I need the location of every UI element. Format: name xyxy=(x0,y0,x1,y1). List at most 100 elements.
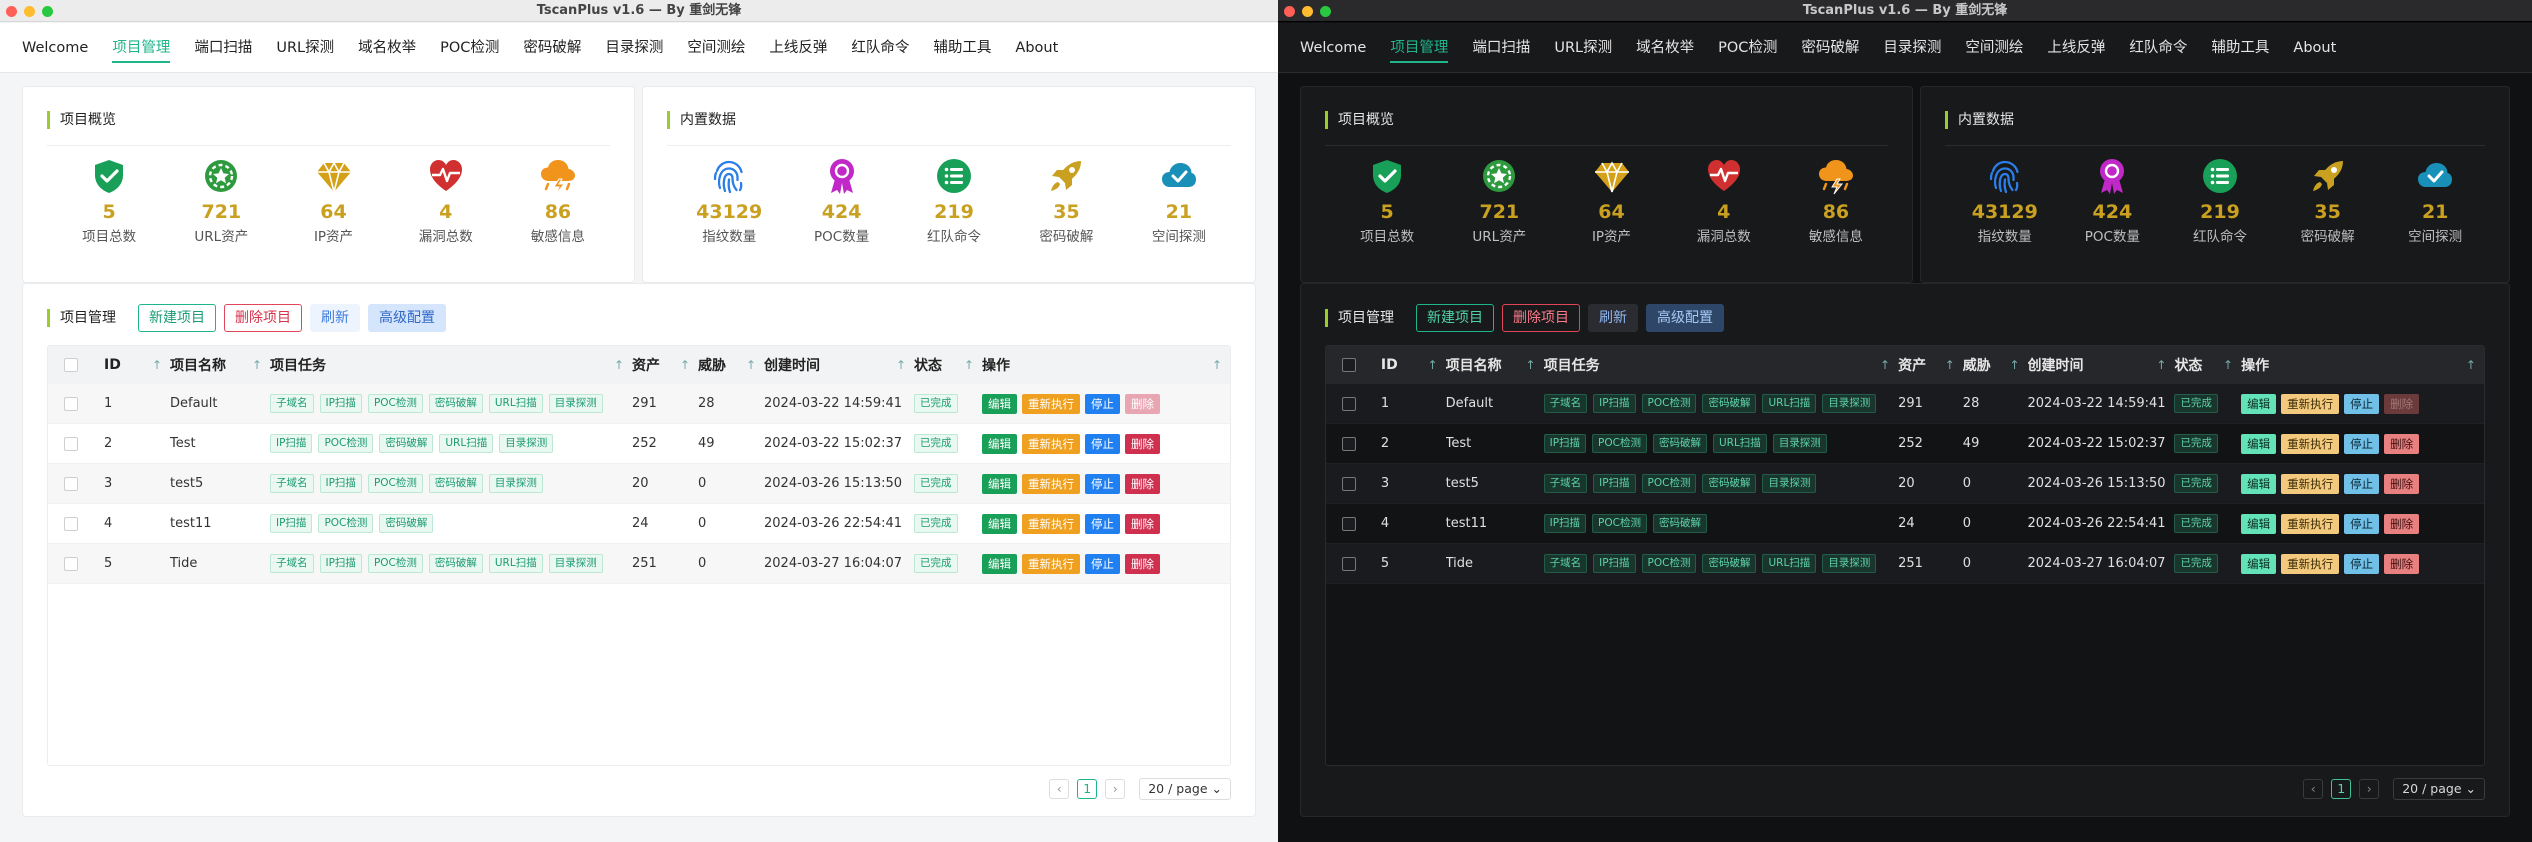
page-size-select[interactable]: 20 / page ⌄ xyxy=(1139,778,1231,800)
delete-button[interactable]: 删除 xyxy=(2384,553,2420,574)
tab-8[interactable]: 空间测绘 xyxy=(1953,23,2035,73)
column-header-assets[interactable]: 资产 ↑ xyxy=(632,355,698,375)
delete-button[interactable]: 删除 xyxy=(1125,553,1160,574)
sort-arrow-icon[interactable]: ↑ xyxy=(614,358,624,372)
row-checkbox[interactable] xyxy=(1342,396,1356,411)
column-header-tasks[interactable]: 项目任务 ↑ xyxy=(1544,355,1899,375)
rerun-button[interactable]: 重新执行 xyxy=(1022,433,1080,454)
column-header-assets[interactable]: 资产 ↑ xyxy=(1898,355,1963,375)
tab-7[interactable]: 目录探测 xyxy=(1871,23,1953,73)
refresh-button[interactable]: 刷新 xyxy=(1588,304,1638,332)
tab-7[interactable]: 目录探测 xyxy=(593,23,675,73)
tab-4[interactable]: 域名枚举 xyxy=(1624,23,1706,73)
page-size-select[interactable]: 20 / page ⌄ xyxy=(2393,778,2485,800)
sort-arrow-icon[interactable]: ↑ xyxy=(252,358,262,372)
sort-arrow-icon[interactable]: ↑ xyxy=(152,358,162,372)
stop-button[interactable]: 停止 xyxy=(1085,553,1120,574)
sort-arrow-icon[interactable]: ↑ xyxy=(680,358,690,372)
stop-button[interactable]: 停止 xyxy=(1085,513,1120,534)
column-header-created[interactable]: 创建时间 ↑ xyxy=(764,355,914,375)
delete-project-button[interactable]: 删除项目 xyxy=(1502,304,1580,332)
sort-arrow-icon[interactable]: ↑ xyxy=(1880,358,1890,372)
row-checkbox[interactable] xyxy=(64,476,78,491)
delete-button[interactable]: 删除 xyxy=(2384,433,2420,454)
stop-button[interactable]: 停止 xyxy=(2344,393,2380,414)
zoom-window-button[interactable] xyxy=(1320,6,1331,17)
column-header-tasks[interactable]: 项目任务 ↑ xyxy=(270,355,632,375)
edit-button[interactable]: 编辑 xyxy=(982,473,1017,494)
rerun-button[interactable]: 重新执行 xyxy=(2281,513,2340,534)
rerun-button[interactable]: 重新执行 xyxy=(1022,553,1080,574)
row-checkbox[interactable] xyxy=(1342,556,1356,571)
sort-arrow-icon[interactable]: ↑ xyxy=(2009,358,2019,372)
stop-button[interactable]: 停止 xyxy=(2344,553,2380,574)
edit-button[interactable]: 编辑 xyxy=(982,393,1017,414)
tab-2[interactable]: 端口扫描 xyxy=(1460,23,1542,73)
sort-arrow-icon[interactable]: ↑ xyxy=(896,358,906,372)
sort-arrow-icon[interactable]: ↑ xyxy=(2156,358,2166,372)
delete-button[interactable]: 删除 xyxy=(1125,473,1160,494)
tab-11[interactable]: 辅助工具 xyxy=(921,23,1003,73)
select-all-checkbox[interactable] xyxy=(1342,358,1356,372)
next-page-button[interactable]: › xyxy=(2359,779,2380,799)
tab-9[interactable]: 上线反弹 xyxy=(757,23,839,73)
column-header-threats[interactable]: 威胁 ↑ xyxy=(1963,355,2028,375)
table-row[interactable]: 4 test11 IP扫描 POC检测 密码破解 24 0 2024-03-26 22:54:… xyxy=(1326,504,2484,544)
page-number-button[interactable]: 1 xyxy=(2331,779,2352,799)
sort-arrow-icon[interactable]: ↑ xyxy=(2466,358,2476,372)
rerun-button[interactable]: 重新执行 xyxy=(1022,393,1080,414)
delete-button[interactable]: 删除 xyxy=(2384,513,2420,534)
tab-6[interactable]: 密码破解 xyxy=(511,23,593,73)
edit-button[interactable]: 编辑 xyxy=(2241,393,2277,414)
table-row[interactable]: 2 Test IP扫描 POC检测 密码破解 URL扫描 目录探测 252 49 2024-03-… xyxy=(48,424,1230,464)
column-header-threats[interactable]: 威胁 ↑ xyxy=(698,355,764,375)
edit-button[interactable]: 编辑 xyxy=(2241,513,2277,534)
tab-5[interactable]: POC检测 xyxy=(428,23,511,73)
table-row[interactable]: 5 Tide 子域名 IP扫描 POC检测 密码破解 URL扫描 目录探测 251 0 2024-0… xyxy=(48,544,1230,584)
stop-button[interactable]: 停止 xyxy=(1085,433,1120,454)
table-row[interactable]: 5 Tide 子域名 IP扫描 POC检测 密码破解 URL扫描 目录探测 251 0 2024-0… xyxy=(1326,544,2484,584)
column-header-status[interactable]: 状态 ↑ xyxy=(2174,355,2241,375)
sort-arrow-icon[interactable]: ↑ xyxy=(1428,358,1438,372)
column-header-ops[interactable]: 操作 ↑ xyxy=(982,355,1230,375)
row-checkbox[interactable] xyxy=(64,556,78,571)
row-checkbox[interactable] xyxy=(64,396,78,411)
minimize-window-button[interactable] xyxy=(24,6,35,17)
edit-button[interactable]: 编辑 xyxy=(982,553,1017,574)
tab-1[interactable]: 项目管理 xyxy=(100,23,182,73)
delete-button[interactable]: 删除 xyxy=(2384,473,2420,494)
column-header-name[interactable]: 项目名称 ↑ xyxy=(170,355,270,375)
tab-10[interactable]: 红队命令 xyxy=(839,23,921,73)
table-row[interactable]: 1 Default 子域名 IP扫描 POC检测 密码破解 URL扫描 目录探测 291 28 20… xyxy=(48,384,1230,424)
tab-6[interactable]: 密码破解 xyxy=(1789,23,1871,73)
column-header-name[interactable]: 项目名称 ↑ xyxy=(1446,355,1544,375)
refresh-button[interactable]: 刷新 xyxy=(310,304,360,332)
column-header-created[interactable]: 创建时间 ↑ xyxy=(2028,355,2175,375)
edit-button[interactable]: 编辑 xyxy=(982,433,1017,454)
rerun-button[interactable]: 重新执行 xyxy=(2281,473,2340,494)
sort-arrow-icon[interactable]: ↑ xyxy=(964,358,974,372)
tab-3[interactable]: URL探测 xyxy=(1542,23,1624,73)
rerun-button[interactable]: 重新执行 xyxy=(2281,393,2340,414)
edit-button[interactable]: 编辑 xyxy=(2241,473,2277,494)
tab-8[interactable]: 空间测绘 xyxy=(675,23,757,73)
column-header-status[interactable]: 状态 ↑ xyxy=(914,355,982,375)
rerun-button[interactable]: 重新执行 xyxy=(1022,473,1080,494)
edit-button[interactable]: 编辑 xyxy=(2241,553,2277,574)
tab-0[interactable]: Welcome xyxy=(1288,23,1378,73)
stop-button[interactable]: 停止 xyxy=(1085,473,1120,494)
tab-10[interactable]: 红队命令 xyxy=(2117,23,2199,73)
row-checkbox[interactable] xyxy=(1342,476,1356,491)
tab-0[interactable]: Welcome xyxy=(10,23,100,73)
select-all-checkbox[interactable] xyxy=(64,358,78,372)
tab-5[interactable]: POC检测 xyxy=(1706,23,1789,73)
row-checkbox[interactable] xyxy=(1342,516,1356,531)
advanced-config-button[interactable]: 高级配置 xyxy=(368,304,446,332)
column-header-id[interactable]: ID ↑ xyxy=(104,357,170,373)
tab-3[interactable]: URL探测 xyxy=(264,23,346,73)
sort-arrow-icon[interactable]: ↑ xyxy=(746,358,756,372)
tab-4[interactable]: 域名枚举 xyxy=(346,23,428,73)
column-header-id[interactable]: ID ↑ xyxy=(1381,357,1446,373)
table-row[interactable]: 2 Test IP扫描 POC检测 密码破解 URL扫描 目录探测 252 49 2024-03-… xyxy=(1326,424,2484,464)
table-row[interactable]: 4 test11 IP扫描 POC检测 密码破解 24 0 2024-03-26 22:54:… xyxy=(48,504,1230,544)
